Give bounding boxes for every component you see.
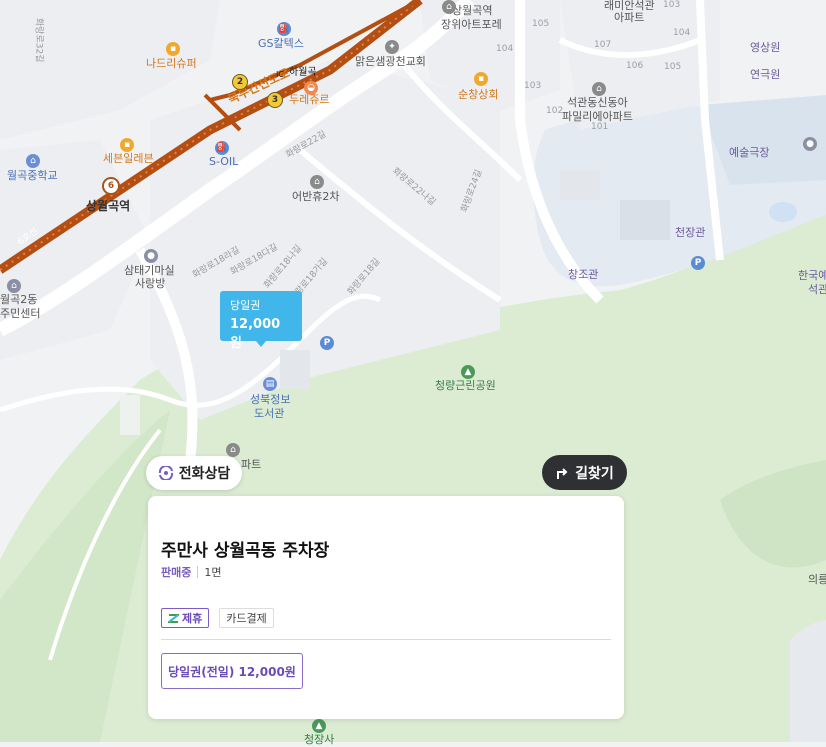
card-divider bbox=[161, 639, 611, 640]
station-6-icon[interactable]: 6 bbox=[102, 177, 120, 195]
building-number: 106 bbox=[626, 61, 644, 71]
phone-consult-label: 전화상담 bbox=[178, 466, 231, 482]
government-icon[interactable]: ⌂ bbox=[7, 279, 21, 293]
gas-station-icon[interactable]: ⛽ bbox=[215, 141, 229, 155]
library-icon[interactable]: ▤ bbox=[263, 377, 277, 391]
price-marker-price: 12,000원 bbox=[230, 317, 281, 351]
label-raemian-2: 아파트 bbox=[614, 11, 645, 24]
label-yeongsang: 영상원 bbox=[750, 41, 781, 54]
parking-icon[interactable]: P bbox=[320, 336, 334, 350]
school-icon[interactable]: ⌂ bbox=[26, 154, 40, 168]
label-soil: S-OIL bbox=[209, 155, 239, 168]
label-yesul-theater: 예술극장 bbox=[729, 146, 770, 159]
building-number: 104 bbox=[496, 44, 514, 54]
road-label: 화랑로32길 bbox=[33, 17, 44, 63]
label-seokgwan-1: 석관동신동아 bbox=[567, 96, 628, 109]
phone-consult-icon bbox=[158, 466, 173, 480]
label-eobanhyu: 어반휴2차 bbox=[292, 190, 340, 203]
label-wolgok2-2: 주민센터 bbox=[0, 307, 41, 320]
partner-tag-label: 제휴 bbox=[182, 612, 203, 625]
label-hawolgok: 하월곡 bbox=[289, 67, 317, 78]
label-cheonjang: 천장관 bbox=[675, 226, 706, 239]
park-icon[interactable]: ▲ bbox=[461, 365, 475, 379]
meta-divider bbox=[197, 566, 199, 578]
label-lib-1: 성북정보 bbox=[250, 393, 291, 406]
daily-ticket-button[interactable]: 당일권(전일) 12,000원 bbox=[161, 653, 303, 689]
turn-right-arrow-icon bbox=[557, 467, 568, 479]
partner-tag: 제휴 bbox=[161, 608, 210, 628]
price-marker-title: 당일권 bbox=[230, 299, 261, 312]
price-marker[interactable]: 당일권 12,000원 bbox=[220, 291, 302, 351]
bakery-icon[interactable]: ◒ bbox=[304, 81, 318, 95]
apartment-icon[interactable]: ⌂ bbox=[310, 175, 324, 189]
parking-icon[interactable]: P bbox=[691, 256, 705, 270]
partner-logo-icon bbox=[168, 613, 179, 623]
label-church: 맑은샘광천교회 bbox=[355, 55, 426, 68]
label-apt-sangwol-1: 상월곡역 bbox=[452, 4, 493, 17]
station-3-icon[interactable]: 3 bbox=[267, 92, 283, 108]
label-wolgok2-1: 월곡2동 bbox=[0, 293, 38, 306]
directions-button[interactable]: 길찾기 bbox=[542, 455, 627, 490]
parking-info-card[interactable]: 주만사 상월곡동 주차장 판매중 1면 제휴 카드결제 당일권(전일) 12,0… bbox=[148, 496, 624, 719]
label-lib-2: 도서관 bbox=[254, 407, 285, 420]
label-naduri: 나드리슈퍼 bbox=[146, 57, 197, 70]
building-number: 104 bbox=[673, 28, 691, 38]
label-station-name: 상월곡역 bbox=[86, 199, 131, 213]
church-icon[interactable]: ✦ bbox=[385, 40, 399, 54]
label-ic: IC bbox=[276, 70, 284, 79]
shop-icon[interactable]: ▪ bbox=[166, 42, 180, 56]
label-seven: 세븐일레븐 bbox=[103, 152, 154, 165]
station-2-icon[interactable]: 2 bbox=[232, 74, 248, 90]
temple-icon[interactable]: ▲ bbox=[312, 719, 326, 733]
label-hangukye-2: 석관 bbox=[808, 283, 826, 296]
building-number: 107 bbox=[594, 40, 612, 50]
label-gs-caltex: GS칼텍스 bbox=[258, 37, 304, 50]
building-number: 105 bbox=[664, 62, 682, 72]
building-number: 102 bbox=[546, 106, 564, 116]
label-samtae-1: 삼태기마실 bbox=[124, 264, 175, 277]
apartment-icon[interactable]: ⌂ bbox=[592, 82, 606, 96]
parking-lot-title: 주만사 상월곡동 주차장 bbox=[161, 541, 330, 561]
label-school-wolgok: 월곡중학교 bbox=[7, 169, 58, 182]
label-apart-partial: 파트 bbox=[241, 458, 262, 471]
building-number: 103 bbox=[524, 81, 542, 91]
label-cheongnyang-park: 청량근린공원 bbox=[435, 379, 496, 392]
label-changjo: 창조관 bbox=[568, 268, 599, 281]
parking-meta: 판매중 1면 bbox=[161, 564, 222, 580]
sale-status: 판매중 bbox=[161, 566, 192, 579]
label-yeongeuk: 연극원 bbox=[750, 68, 781, 81]
directions-label: 길찾기 bbox=[575, 465, 614, 482]
label-apt-sangwol-2: 장위아트포레 bbox=[441, 18, 502, 31]
apartment-icon[interactable]: ⌂ bbox=[442, 0, 456, 14]
shop-icon[interactable]: ▪ bbox=[474, 72, 488, 86]
label-uireung: 의릉 bbox=[808, 573, 826, 586]
gas-station-icon[interactable]: ⛽ bbox=[277, 22, 291, 36]
place-icon[interactable]: ● bbox=[803, 137, 817, 151]
label-duraejureu: 두레쥬르 bbox=[289, 93, 330, 106]
label-samtae-2: 사랑방 bbox=[135, 277, 166, 290]
label-hangukye-1: 한국예 bbox=[798, 269, 826, 282]
building-number: 103 bbox=[663, 0, 681, 10]
tag-list: 제휴 카드결제 bbox=[161, 608, 274, 628]
card-payment-tag: 카드결제 bbox=[219, 608, 274, 628]
building-number: 101 bbox=[591, 122, 609, 132]
space-count: 1면 bbox=[204, 566, 222, 579]
label-sundeok: 순창상회 bbox=[458, 88, 499, 101]
place-icon[interactable]: ● bbox=[144, 249, 158, 263]
building-number: 105 bbox=[532, 19, 550, 29]
label-cheongjangsa: 청장사 bbox=[304, 733, 335, 746]
apartment-icon[interactable]: ⌂ bbox=[226, 443, 240, 457]
phone-consult-button[interactable]: 전화상담 bbox=[146, 456, 242, 490]
convenience-store-icon[interactable]: ▪ bbox=[120, 138, 134, 152]
